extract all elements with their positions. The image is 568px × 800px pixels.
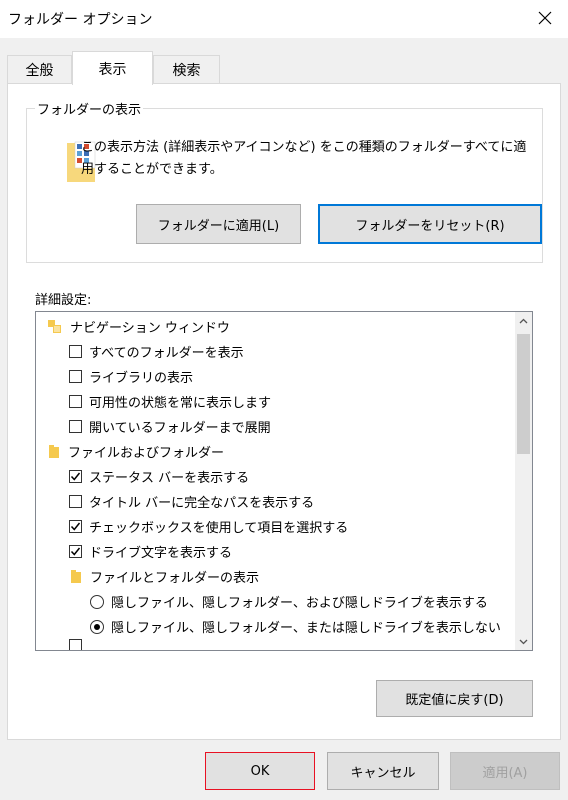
folder-views-group-title: フォルダーの表示: [35, 99, 144, 118]
close-button[interactable]: [522, 0, 568, 36]
list-item[interactable]: 開いているフォルダーまで展開: [69, 414, 271, 439]
folder-views-description: この表示方法 (詳細表示やアイコンなど) をこの種類のフォルダーすべてに適用する…: [81, 140, 527, 177]
scroll-thumb[interactable]: [517, 334, 530, 454]
scroll-up-button[interactable]: [515, 312, 532, 329]
checkbox[interactable]: [69, 395, 82, 408]
chevron-down-icon: [519, 639, 528, 644]
title-bar: フォルダー オプション: [0, 0, 568, 38]
checkbox-checked[interactable]: [69, 545, 82, 558]
checkbox[interactable]: [69, 639, 82, 650]
list-item[interactable]: ステータス バーを表示する: [69, 464, 249, 489]
close-icon: [538, 11, 552, 25]
list-item: ファイルとフォルダーの表示: [70, 564, 259, 589]
checkbox[interactable]: [69, 495, 82, 508]
checkbox-checked[interactable]: [69, 470, 82, 483]
radio-button-selected[interactable]: [90, 619, 104, 634]
reset-folders-button[interactable]: フォルダーをリセット(R): [318, 204, 542, 244]
folder-views-group: フォルダーの表示 この表示方法 (詳細表示やアイコンなど) をこの種類のフォルダ…: [26, 99, 543, 263]
checkmark-icon: [70, 472, 81, 481]
advanced-settings-list[interactable]: ナビゲーション ウィンドウ すべてのフォルダーを表示 ライブラリの表示 可用性の…: [35, 311, 533, 651]
tab-search[interactable]: 検索: [153, 55, 220, 84]
apply-button[interactable]: 適用(A): [450, 752, 560, 790]
radio-dot: [94, 623, 100, 630]
list-item[interactable]: 隠しファイル、隠しフォルダー、または隠しドライブを表示しない: [90, 614, 501, 639]
list-item[interactable]: すべてのフォルダーを表示: [69, 339, 244, 364]
chevron-up-icon: [519, 318, 528, 323]
checkbox[interactable]: [69, 370, 82, 383]
tab-panel-view: フォルダーの表示 この表示方法 (詳細表示やアイコンなど) をこの種類のフォルダ…: [7, 83, 561, 740]
list-item[interactable]: ライブラリの表示: [69, 364, 193, 389]
list-item: ファイルおよびフォルダー: [48, 439, 224, 464]
folder-icon: [70, 569, 82, 584]
list-item[interactable]: 可用性の状態を常に表示します: [69, 389, 271, 414]
advanced-settings-label: 詳細設定:: [35, 293, 92, 308]
cancel-button[interactable]: キャンセル: [327, 752, 439, 790]
window-title: フォルダー オプション: [8, 12, 153, 28]
tab-general[interactable]: 全般: [7, 55, 72, 84]
list-item[interactable]: 隠しファイル、隠しフォルダー、および隠しドライブを表示する: [90, 589, 488, 614]
checkbox-checked[interactable]: [69, 520, 82, 533]
apply-to-folders-button[interactable]: フォルダーに適用(L): [136, 204, 301, 244]
tab-view[interactable]: 表示: [72, 51, 153, 85]
scroll-down-button[interactable]: [515, 633, 532, 650]
checkmark-icon: [70, 547, 81, 556]
navigation-pane-icon: [48, 319, 62, 334]
list-item[interactable]: ドライブ文字を表示する: [69, 539, 232, 564]
ok-button[interactable]: OK: [205, 752, 315, 790]
radio-button[interactable]: [90, 594, 104, 609]
list-item[interactable]: タイトル バーに完全なパスを表示する: [69, 489, 314, 514]
list-item[interactable]: チェックボックスを使用して項目を選択する: [69, 514, 348, 539]
tab-strip: 全般 表示 検索: [7, 51, 561, 85]
list-item: ナビゲーション ウィンドウ: [48, 314, 230, 339]
checkbox[interactable]: [69, 345, 82, 358]
checkbox[interactable]: [69, 420, 82, 433]
folder-icon: [48, 444, 60, 459]
vertical-scrollbar[interactable]: [515, 312, 532, 650]
checkmark-icon: [70, 522, 81, 531]
list-item-partial: [69, 639, 89, 650]
restore-defaults-button[interactable]: 既定値に戻す(D): [376, 680, 533, 717]
